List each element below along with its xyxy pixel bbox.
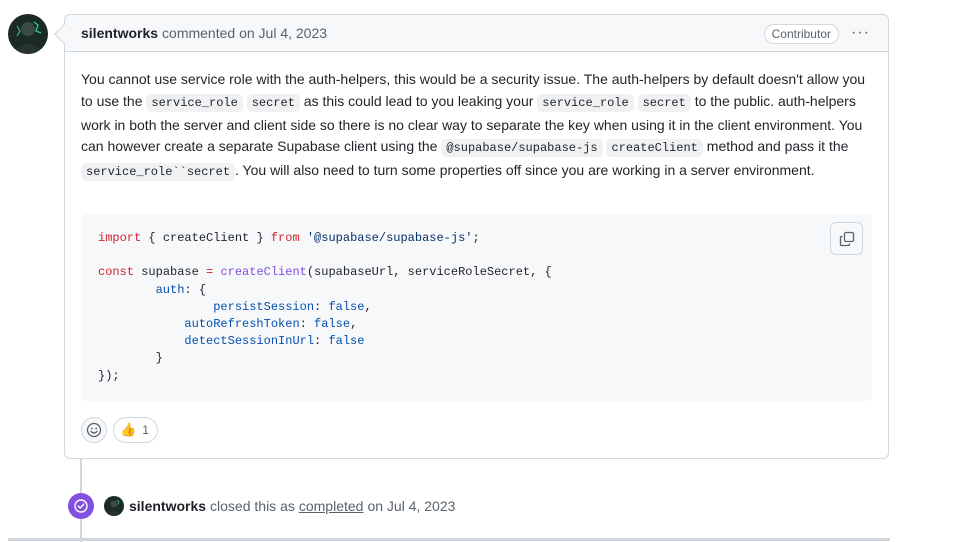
code-token: from xyxy=(270,231,300,245)
copy-icon xyxy=(839,231,854,246)
smiley-icon xyxy=(86,422,102,438)
code-token: autoRefreshToken xyxy=(184,317,300,332)
code-token: import xyxy=(98,231,142,245)
reaction-thumbs-up[interactable]: 👍 1 xyxy=(113,417,158,443)
code-token: createClient xyxy=(220,265,307,280)
inline-code: secret xyxy=(637,93,691,112)
code-token: }); xyxy=(98,368,120,383)
inline-code: service_role xyxy=(146,93,243,112)
body-text: as this could lead to you leaking your xyxy=(299,92,538,109)
inline-code: secret xyxy=(246,93,300,112)
inline-code: service_role``secret xyxy=(81,163,236,182)
code-token: { createClient } xyxy=(141,231,271,245)
reaction-count: 1 xyxy=(142,423,149,437)
code-token: = xyxy=(206,265,214,280)
comment-author[interactable]: silentworks xyxy=(81,25,158,41)
body-text: . You will also need to turn some proper… xyxy=(235,162,815,179)
code-token: const xyxy=(98,265,135,280)
body-text: method and pass it the xyxy=(702,138,849,155)
contributor-badge: Contributor xyxy=(763,24,839,44)
code-token: : { xyxy=(184,282,207,297)
check-circle-icon xyxy=(74,499,88,513)
completed-link[interactable]: completed xyxy=(299,498,364,514)
code-token: auth xyxy=(155,282,185,297)
author-avatar[interactable] xyxy=(8,14,48,54)
add-reaction-button[interactable] xyxy=(81,417,107,443)
closed-event-badge xyxy=(68,493,94,519)
comment-timestamp[interactable]: commented on Jul 4, 2023 xyxy=(162,25,327,41)
thumbs-up-icon: 👍 xyxy=(120,422,137,437)
code-token: false xyxy=(328,334,365,349)
code-token: (supabaseUrl, serviceRoleSecret, { xyxy=(306,265,552,280)
copy-button[interactable] xyxy=(830,222,863,255)
code-token: '@supabase/supabase-js' xyxy=(306,231,473,245)
comment-body: You cannot use service role with the aut… xyxy=(65,52,888,184)
code-token: detectSessionInUrl xyxy=(184,334,315,349)
code-token: ; xyxy=(472,231,480,245)
inline-code: @supabase/supabase-js xyxy=(441,139,603,158)
event-author-avatar[interactable] xyxy=(104,496,124,516)
code-token: supabase xyxy=(134,265,207,280)
code-token: false xyxy=(314,317,351,332)
event-text: closed this as xyxy=(210,498,295,514)
code-token: persistSession xyxy=(213,299,315,314)
inline-code: service_role xyxy=(537,93,634,112)
event-date[interactable]: on Jul 4, 2023 xyxy=(367,498,455,514)
timeline-divider xyxy=(8,538,890,541)
kebab-menu-icon[interactable]: ··· xyxy=(851,24,870,42)
code-token: false xyxy=(328,299,365,314)
event-author[interactable]: silentworks xyxy=(129,498,206,514)
code-token: } xyxy=(155,351,163,366)
comment-header: silentworks commented on Jul 4, 2023 Con… xyxy=(65,15,888,52)
comment-box: silentworks commented on Jul 4, 2023 Con… xyxy=(54,14,889,459)
code-block: import { createClient } from '@supabase/… xyxy=(81,214,872,401)
reactions-bar: 👍 1 xyxy=(81,417,158,443)
closed-event: silentworks closed this as completed on … xyxy=(68,493,455,519)
inline-code: createClient xyxy=(606,139,703,158)
code-content: import { createClient } from '@supabase/… xyxy=(98,231,552,383)
